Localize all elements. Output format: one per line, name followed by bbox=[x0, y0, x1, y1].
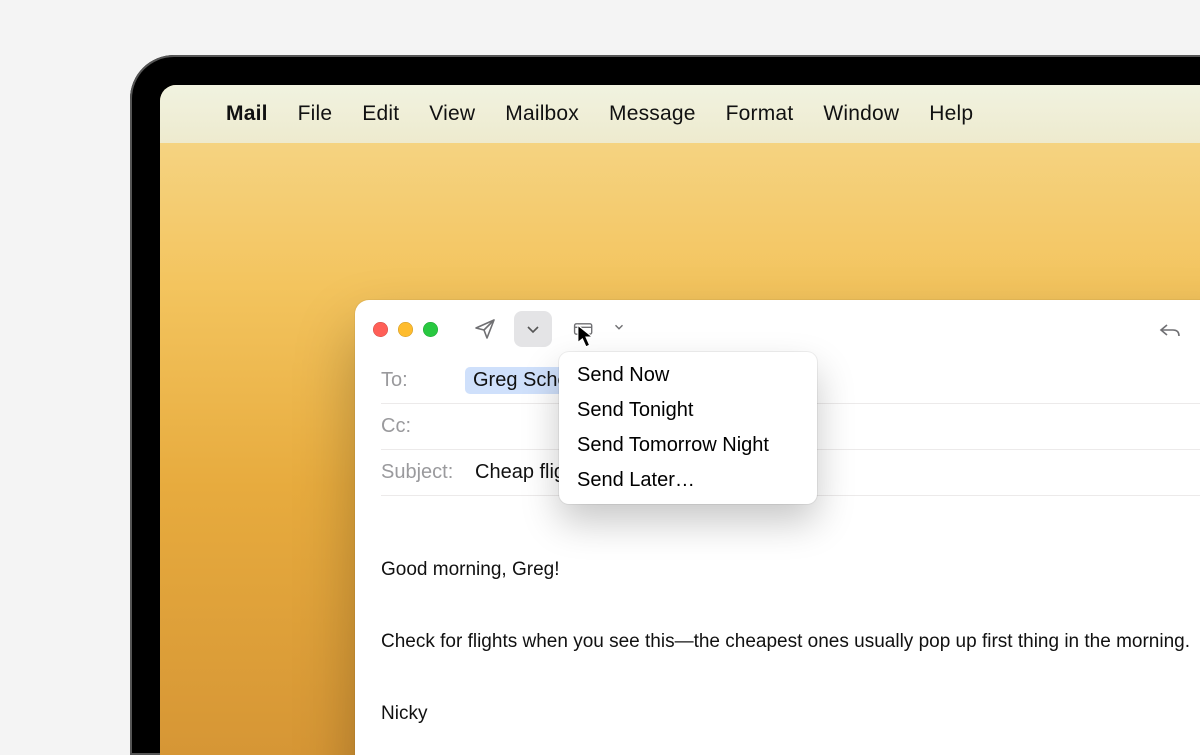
reply-button[interactable] bbox=[1151, 311, 1189, 347]
menu-edit[interactable]: Edit bbox=[362, 102, 399, 126]
subject-value[interactable]: Cheap flig bbox=[475, 461, 565, 484]
menu-item-send-tonight[interactable]: Send Tonight bbox=[559, 393, 817, 428]
window-controls bbox=[373, 322, 438, 337]
header-fields-caret-icon[interactable] bbox=[612, 320, 626, 339]
send-later-dropdown-button[interactable] bbox=[514, 311, 552, 347]
send-button[interactable] bbox=[466, 311, 504, 347]
message-body[interactable]: Good morning, Greg! Check for flights wh… bbox=[355, 496, 1200, 755]
compose-titlebar bbox=[355, 300, 1200, 358]
laptop-frame: Mail File Edit View Mailbox Message Form… bbox=[130, 55, 1200, 755]
menu-mailbox[interactable]: Mailbox bbox=[505, 102, 579, 126]
window-minimize-button[interactable] bbox=[398, 322, 413, 337]
desktop: Mail File Edit View Mailbox Message Form… bbox=[160, 85, 1200, 755]
subject-label: Subject: bbox=[381, 461, 465, 484]
menu-item-send-tomorrow-night[interactable]: Send Tomorrow Night bbox=[559, 428, 817, 463]
paper-plane-icon bbox=[473, 317, 497, 341]
body-line: Good morning, Greg! bbox=[381, 552, 1200, 588]
compose-window: To: Greg Scheer Cc: Subject: Cheap flig … bbox=[355, 300, 1200, 755]
menu-window[interactable]: Window bbox=[823, 102, 899, 126]
window-zoom-button[interactable] bbox=[423, 322, 438, 337]
body-line: Check for flights when you see this—the … bbox=[381, 624, 1200, 660]
window-close-button[interactable] bbox=[373, 322, 388, 337]
menu-item-send-now[interactable]: Send Now bbox=[559, 358, 817, 393]
to-label: To: bbox=[381, 369, 455, 392]
menubar-app-name[interactable]: Mail bbox=[226, 102, 268, 126]
send-later-menu: Send Now Send Tonight Send Tomorrow Nigh… bbox=[559, 352, 817, 504]
menu-item-send-later[interactable]: Send Later… bbox=[559, 463, 817, 498]
header-fields-icon bbox=[572, 317, 596, 341]
header-fields-button[interactable] bbox=[562, 311, 606, 347]
menu-file[interactable]: File bbox=[298, 102, 333, 126]
macos-menubar: Mail File Edit View Mailbox Message Form… bbox=[160, 85, 1200, 143]
menu-help[interactable]: Help bbox=[929, 102, 973, 126]
menu-view[interactable]: View bbox=[429, 102, 475, 126]
chevron-down-icon bbox=[521, 317, 545, 341]
menu-format[interactable]: Format bbox=[726, 102, 794, 126]
cc-label: Cc: bbox=[381, 415, 455, 438]
menu-message[interactable]: Message bbox=[609, 102, 696, 126]
body-line: Nicky bbox=[381, 696, 1200, 732]
reply-icon bbox=[1158, 317, 1182, 341]
